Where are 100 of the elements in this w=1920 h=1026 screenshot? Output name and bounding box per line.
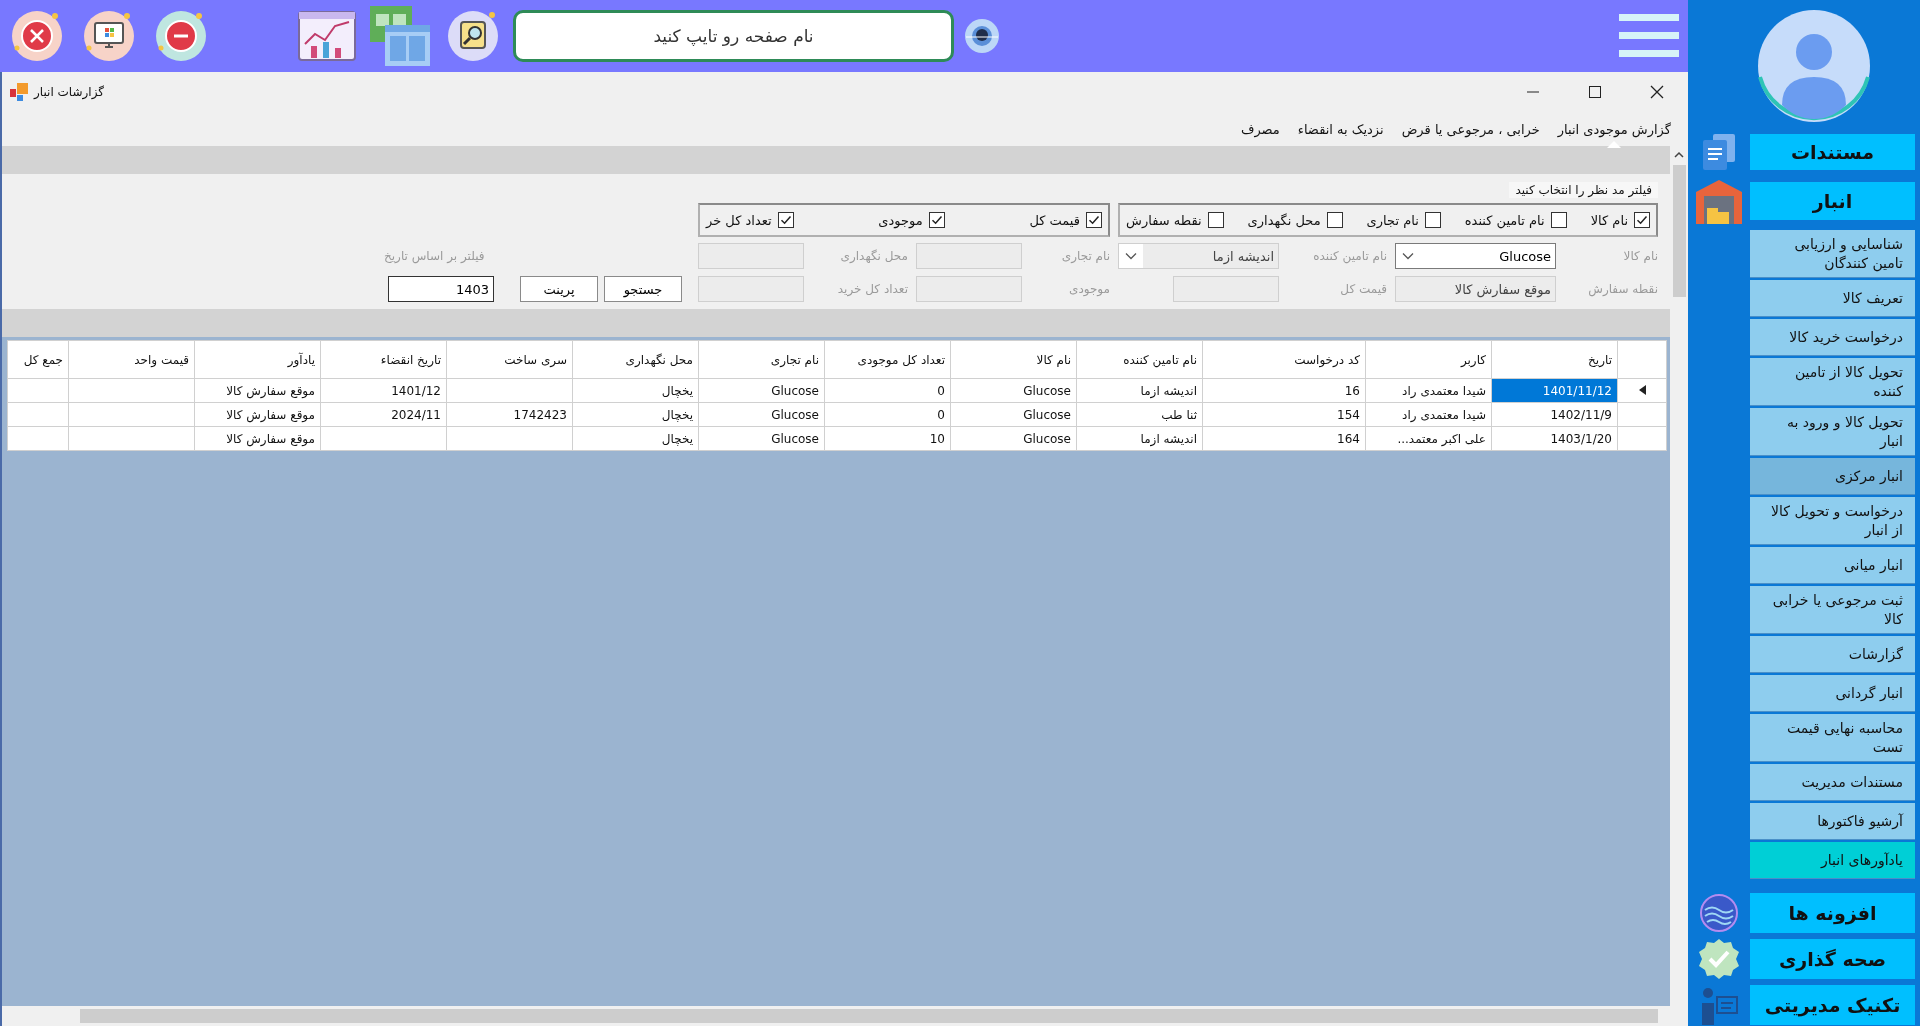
checkbox[interactable] — [1326, 212, 1343, 228]
search-icon[interactable] — [447, 10, 499, 62]
checkbox[interactable] — [777, 212, 794, 228]
checkbox[interactable] — [1424, 212, 1441, 228]
minus-icon[interactable] — [155, 10, 207, 62]
column-header[interactable]: تعداد کل موجودی — [824, 340, 951, 379]
checkbox[interactable] — [928, 212, 945, 228]
column-header[interactable]: کد درخواست — [1202, 340, 1366, 379]
table-cell: علی اکبر معتمد... — [1365, 426, 1492, 451]
column-header[interactable]: سری ساخت — [446, 340, 573, 379]
table-cell: 1742423 — [446, 402, 573, 427]
sidebar-button[interactable]: مستندات — [1750, 134, 1915, 170]
field-label: نام تامین کننده — [1312, 249, 1387, 263]
chart-icon[interactable] — [297, 10, 357, 62]
table-cell: 164 — [1202, 426, 1366, 451]
sidebar-item[interactable]: محاسبه نهایی قیمت تست — [1750, 714, 1915, 762]
sidebar-button[interactable]: افزونه ها — [1750, 893, 1915, 933]
table-cell: یخچال — [572, 402, 699, 427]
windows-icon[interactable] — [369, 5, 431, 67]
dropdown-field[interactable]: Glucose — [1395, 243, 1556, 269]
column-header[interactable]: جمع کل — [7, 340, 69, 379]
checkbox[interactable] — [1086, 212, 1102, 228]
sidebar-item[interactable]: آرشیو فاکتورها — [1750, 803, 1915, 840]
field-label: تعداد کل خرید — [836, 282, 908, 296]
table-cell: اندیشه ازما — [1076, 426, 1203, 451]
column-header[interactable]: تاریخ — [1491, 340, 1618, 379]
date-field[interactable]: 1403 — [388, 276, 494, 302]
column-header[interactable]: کاربر — [1365, 340, 1492, 379]
column-header[interactable]: محل نگهداری — [572, 340, 699, 379]
table-cell: Glucose — [698, 402, 825, 427]
sidebar-item[interactable]: تعریف کالا — [1750, 280, 1915, 317]
checkbox[interactable] — [1634, 212, 1650, 228]
sidebar-item[interactable]: درخواست خرید کالا — [1750, 319, 1915, 356]
sidebar-item[interactable]: انبار میانی — [1750, 547, 1915, 584]
checkbox-label: تعداد کل خر — [706, 212, 772, 228]
field-label: نام کالا — [1622, 249, 1658, 263]
sidebar-item[interactable]: درخواست و تحویل کالا از انبار — [1750, 497, 1915, 545]
eye-icon[interactable] — [962, 16, 1002, 56]
date-filter-label: فیلتر بر اساس تاریخ — [384, 249, 485, 263]
checkbox-label: نام کالا — [1590, 212, 1628, 228]
table-cell: یخچال — [572, 378, 699, 403]
table-cell: شیدا معتمدی راد — [1365, 402, 1492, 427]
table-cell: موقع سفارش کالا — [194, 402, 321, 427]
monitor-icon[interactable] — [83, 10, 135, 62]
sidebar-item[interactable]: شناسایی و ارزیابی تامین کنندگان — [1750, 230, 1915, 278]
search-field[interactable]: نام صفحه رو تایپ کنید — [513, 10, 954, 62]
checkbox-label: نقطه سفارش — [1126, 212, 1202, 228]
checkbox[interactable] — [1550, 212, 1567, 228]
table-cell: ثنا طب — [1076, 402, 1203, 427]
sidebar-item[interactable]: تحویل کالا از تامین کننده — [1750, 358, 1915, 406]
menu-tab[interactable]: مصرف — [1231, 114, 1289, 144]
sidebar-item[interactable]: ثبت مرجوعی یا خرابی کالا — [1750, 586, 1915, 634]
app-icon — [10, 83, 28, 101]
checkbox[interactable] — [1207, 212, 1224, 228]
field-label: قیمت کل — [1339, 282, 1387, 296]
table-cell: موقع سفارش کالا — [194, 378, 321, 403]
avatar[interactable] — [1755, 7, 1873, 125]
field-label: نقطه سفارش — [1587, 282, 1658, 296]
column-header[interactable]: تاریخ انقضاء — [320, 340, 447, 379]
close-icon[interactable] — [11, 10, 63, 62]
maximize-icon — [1588, 85, 1602, 99]
checkbox-label: نام تامین کننده — [1464, 212, 1545, 228]
column-header[interactable]: نام تجاری — [698, 340, 825, 379]
table-cell: 10 — [824, 426, 951, 451]
table-cell: موقع سفارش کالا — [194, 426, 321, 451]
search-button[interactable]: جستجو — [604, 276, 682, 302]
sidebar-item[interactable]: انبار گردانی — [1750, 675, 1915, 712]
scroll-thumb[interactable] — [1672, 165, 1686, 297]
table-cell — [7, 426, 69, 451]
window-title: گزارشات انبار — [34, 85, 105, 99]
table-cell: اندیشه ازما — [1076, 378, 1203, 403]
table-cell: 2024/11 — [320, 402, 447, 427]
sidebar-button[interactable]: صحه گذاری — [1750, 939, 1915, 979]
table-cell: 0 — [824, 378, 951, 403]
table-cell — [7, 402, 69, 427]
sidebar-button[interactable]: تکنیک مدیریتی — [1750, 985, 1915, 1025]
column-header[interactable]: نام تامین کننده — [1076, 340, 1203, 379]
table-cell: 1401/12 — [320, 378, 447, 403]
column-header[interactable]: یادآور — [194, 340, 321, 379]
waves-icon — [1699, 893, 1739, 933]
table-cell — [7, 378, 69, 403]
sidebar-item[interactable]: انبار مرکزی — [1750, 458, 1915, 495]
table-cell: 0 — [824, 402, 951, 427]
column-header[interactable]: نام کالا — [950, 340, 1077, 379]
sidebar-button[interactable]: انبار — [1750, 182, 1915, 220]
menu-tab[interactable]: نزدیک به انقضاء — [1288, 114, 1393, 144]
print-button[interactable]: پرینت — [520, 276, 598, 302]
sidebar-item[interactable]: تحویل کالا و ورود به انبار — [1750, 408, 1915, 456]
checkbox-label: نام تجاری — [1366, 212, 1419, 228]
menu-tab[interactable]: خرابی ، مرجوعی یا قرض — [1392, 114, 1549, 144]
sidebar-item[interactable]: مستندات مدیریت — [1750, 764, 1915, 801]
sidebar-item[interactable]: یادآورهای انبار — [1750, 842, 1915, 879]
field-label: موجودی — [1068, 282, 1110, 296]
menu-icon[interactable] — [1619, 12, 1679, 60]
table-cell: Glucose — [950, 426, 1077, 451]
checkbox-label: قیمت کل — [1029, 212, 1080, 228]
check-badge-icon — [1698, 938, 1740, 980]
column-header[interactable]: قیمت واحد — [68, 340, 195, 379]
table-cell: 1402/11/9 — [1491, 402, 1618, 427]
sidebar-item[interactable]: گزارشات — [1750, 636, 1915, 673]
